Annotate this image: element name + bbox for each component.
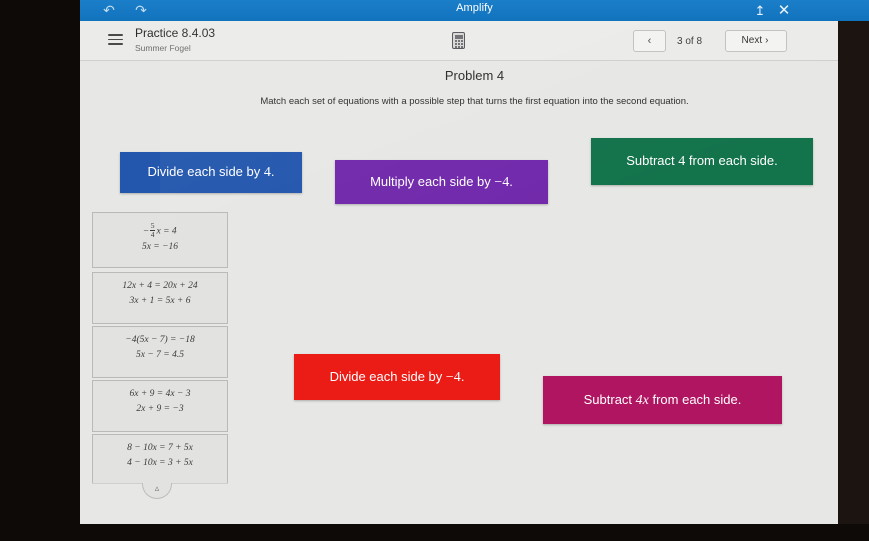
fraction-denominator: 4 (150, 230, 155, 239)
choice-text-after: . (509, 173, 513, 189)
choice-label: Divide each side by 4. (148, 163, 275, 182)
equation-line-1: −5 4 x = 4 (95, 222, 225, 240)
page-title: Problem 4 (444, 68, 505, 83)
equation-card-4[interactable]: 6x + 9 = 4x − 3 2x + 9 = −3 (92, 380, 228, 432)
equation-remainder: x = 4 (156, 226, 177, 237)
equation-line-1: −4(5x − 7) = −18 (125, 335, 195, 345)
close-icon[interactable]: ✕ (775, 2, 793, 19)
device-bezel-bottom (0, 524, 869, 541)
device-bezel-right (838, 21, 869, 524)
device-bezel-left (0, 0, 80, 541)
equation-line-1: 8 − 10x = 7 + 5x (127, 443, 193, 453)
hamburger-menu-icon[interactable] (108, 34, 123, 46)
choice-math: 4x (635, 392, 649, 408)
equation-line-1: 12x + 4 = 20x + 24 (122, 281, 198, 291)
choice-text-after: from each side. (648, 391, 742, 407)
equation-line-2: 5x − 7 = 4.5 (136, 350, 184, 360)
choice-subtract-4[interactable]: Subtract 4 from each side. (591, 138, 813, 185)
student-name: Summer Fogel (135, 43, 191, 53)
choice-divide-by-negative-4[interactable]: Divide each side by −4. (294, 354, 500, 400)
next-problem-button[interactable]: Next › (725, 30, 787, 52)
problem-prompt: Match each set of equations with a possi… (260, 96, 689, 107)
equation-line-1: 6x + 9 = 4x − 3 (129, 389, 191, 399)
choice-text-after: . (270, 164, 275, 179)
equation-line-2: 5x = −16 (141, 242, 179, 252)
choice-label: Multiply each side by −4. (370, 173, 513, 192)
fraction: 54 (149, 222, 156, 239)
assignment-header: Practice 8.4.03 Summer Fogel ‹ 3 of 8 Ne… (80, 21, 869, 61)
screen: ↶ ↷ Amplify ↥ ✕ Practice 8.4.03 Summer F… (0, 0, 869, 541)
equation-line-2: 3x + 1 = 5x + 6 (129, 296, 191, 306)
choice-text-before: Subtract (626, 153, 679, 168)
choice-text-before: Divide each side by (147, 164, 264, 179)
equation-card-3[interactable]: −4(5x − 7) = −18 5x − 7 = 4.5 (92, 326, 228, 378)
chevron-up-icon[interactable]: ▵ (142, 483, 172, 499)
choice-text-after: from each side. (685, 153, 778, 168)
choice-math: −4 (494, 174, 510, 190)
choice-text-before: Subtract (583, 391, 636, 407)
choice-label: Divide each side by −4. (330, 368, 465, 387)
app-topbar: ↶ ↷ Amplify ↥ ✕ (80, 0, 869, 21)
equation-card-1[interactable]: −5 4 x = 4 5x = −16 (92, 212, 228, 268)
choice-subtract-4x[interactable]: Subtract 4x from each side. (543, 376, 782, 424)
problem-counter: 3 of 8 (677, 36, 703, 47)
choice-text-before: Divide each side by (329, 368, 446, 384)
choice-divide-by-4[interactable]: Divide each side by 4. (120, 152, 302, 193)
equation-line-2: 2x + 9 = −3 (136, 404, 184, 414)
choice-text-after: . (460, 368, 465, 384)
choice-label: Subtract 4 from each side. (626, 152, 778, 171)
assignment-title: Practice 8.4.03 (135, 26, 216, 40)
choice-label: Subtract 4x from each side. (584, 391, 742, 410)
minus-sign: − (143, 226, 149, 237)
choice-multiply-by-negative-4[interactable]: Multiply each side by −4. (335, 160, 548, 204)
app-window: ↶ ↷ Amplify ↥ ✕ Practice 8.4.03 Summer F… (80, 0, 869, 524)
chevron-right-icon: › (765, 35, 769, 46)
equation-card-5[interactable]: 8 − 10x = 7 + 5x 4 − 10x = 3 + 5x (92, 434, 228, 484)
previous-problem-button[interactable]: ‹ (633, 30, 666, 52)
choice-math: −4 (445, 369, 461, 385)
choice-text-before: Multiply each side by (370, 173, 495, 189)
share-icon[interactable]: ↥ (751, 2, 769, 19)
next-label: Next (741, 35, 763, 46)
choice-math: 4 (263, 165, 271, 180)
equation-line-2: 4 − 10x = 3 + 5x (127, 458, 193, 468)
calculator-icon[interactable] (452, 32, 465, 49)
equation-card-2[interactable]: 12x + 4 = 20x + 24 3x + 1 = 5x + 6 (92, 272, 228, 324)
